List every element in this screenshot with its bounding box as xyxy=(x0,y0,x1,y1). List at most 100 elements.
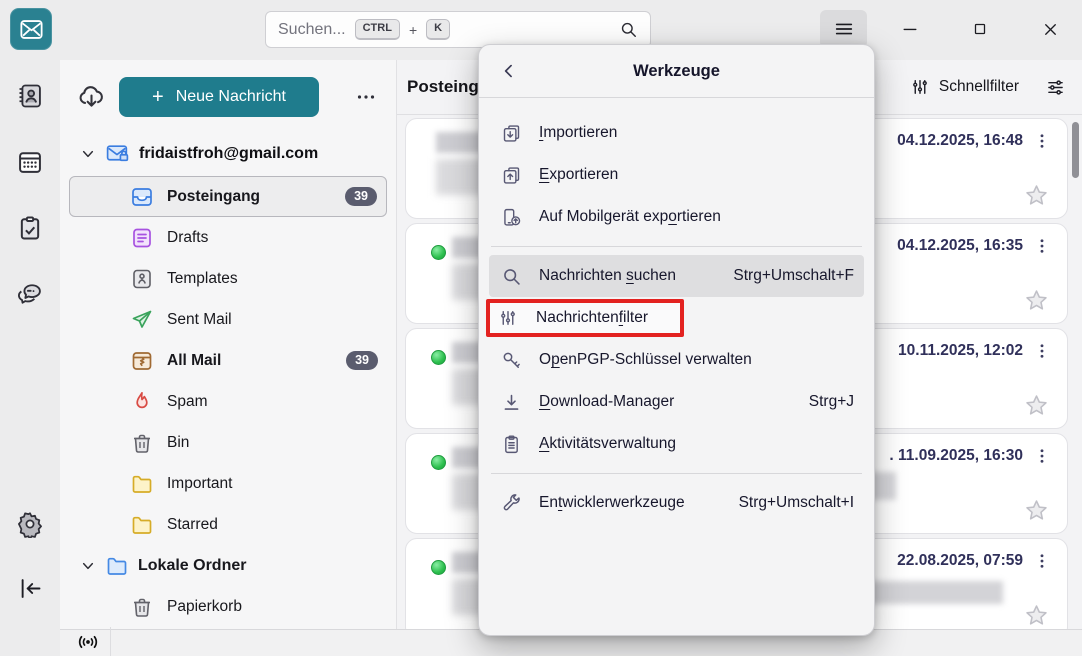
menu-item-entwicklerwerkzeuge[interactable]: Entwicklerwerkzeuge Strg+Umschalt+I xyxy=(489,482,864,524)
unread-dot[interactable] xyxy=(431,560,446,575)
folder-row-sent-mail[interactable]: Sent Mail xyxy=(60,299,396,340)
message-date: 10.11.2025, 12:02 xyxy=(898,342,1023,360)
close-button[interactable] xyxy=(1026,10,1074,48)
message-options-button[interactable] xyxy=(1033,237,1051,255)
folder-row-posteingang[interactable]: Posteingang 39 xyxy=(69,176,387,217)
menu-item-aktivit-tsverwaltung[interactable]: Aktivitätsverwaltung xyxy=(489,423,864,465)
search-icon xyxy=(501,266,523,287)
menu-item-exportieren[interactable]: Exportieren xyxy=(489,154,864,196)
folder-row-drafts[interactable]: Drafts xyxy=(60,217,396,258)
new-message-button[interactable]: + Neue Nachricht xyxy=(119,77,319,117)
folder-label: Starred xyxy=(167,516,218,534)
menu-separator xyxy=(491,246,862,247)
folder-row-important[interactable]: Important xyxy=(60,463,396,504)
mail-space-button[interactable] xyxy=(10,8,52,50)
ctrl-key-badge: CTRL xyxy=(355,19,400,39)
new-message-label: Neue Nachricht xyxy=(176,88,286,106)
chevron-down-icon[interactable] xyxy=(80,558,96,574)
menu-item-label: Aktivitätsverwaltung xyxy=(539,435,676,453)
star-icon[interactable] xyxy=(1023,287,1050,314)
menu-item-shortcut: Strg+Umschalt+F xyxy=(733,267,854,285)
star-icon[interactable] xyxy=(1023,497,1050,524)
folder-row-papierkorb[interactable]: Papierkorb xyxy=(60,586,396,627)
message-date: 04.12.2025, 16:48 xyxy=(897,132,1023,150)
account-row[interactable]: fridaistfroh@gmail.com xyxy=(60,137,396,170)
star-icon[interactable] xyxy=(1023,182,1050,209)
settings-button[interactable] xyxy=(8,502,52,546)
folder-row-bin[interactable]: Bin xyxy=(60,422,396,463)
folder-pane-options-button[interactable] xyxy=(354,85,378,109)
import-icon xyxy=(501,123,523,144)
maximize-button[interactable] xyxy=(956,10,1004,48)
message-list-display-options-button[interactable] xyxy=(1045,77,1066,98)
get-messages-button[interactable] xyxy=(76,82,107,113)
hamburger-icon xyxy=(833,18,855,40)
search-icon xyxy=(619,20,638,39)
menu-item-label: Download-Manager xyxy=(539,393,674,411)
folder-label: Drafts xyxy=(167,229,208,247)
folder-blue-icon xyxy=(105,554,129,578)
gear-icon xyxy=(16,510,44,538)
quick-filter-label: Schnellfilter xyxy=(939,78,1019,96)
spaces-toolbar xyxy=(0,60,60,656)
menu-item-importieren[interactable]: Importieren xyxy=(489,112,864,154)
menu-item-shortcut: Strg+J xyxy=(809,393,854,411)
chat-space-button[interactable] xyxy=(8,272,52,316)
calendar-space-button[interactable] xyxy=(8,140,52,184)
message-options-button[interactable] xyxy=(1033,342,1051,360)
message-date: 22.08.2025, 07:59 xyxy=(897,552,1023,570)
app-menu-button[interactable] xyxy=(820,10,867,48)
message-options-button[interactable] xyxy=(1033,447,1051,465)
folder-row-lokale-ordner[interactable]: Lokale Ordner xyxy=(60,545,396,586)
folder-label: All Mail xyxy=(167,352,221,370)
trash-icon xyxy=(130,431,154,455)
spam-icon xyxy=(130,390,154,414)
folder-label: Bin xyxy=(167,434,189,452)
star-icon[interactable] xyxy=(1023,392,1050,419)
tasks-icon xyxy=(16,214,44,242)
star-icon[interactable] xyxy=(1023,602,1050,629)
folder-pane-header: + Neue Nachricht xyxy=(60,60,396,131)
menu-item-auf-mobilger-t-exportieren[interactable]: Auf Mobilgerät exportieren xyxy=(489,196,864,238)
mobile-export-icon xyxy=(501,207,523,228)
folder-row-templates[interactable]: Templates xyxy=(60,258,396,299)
address-book-space-button[interactable] xyxy=(8,74,52,118)
quick-filter-button[interactable]: Schnellfilter xyxy=(910,77,1019,97)
thunderbird-window: Suchen... CTRL + K xyxy=(0,0,1082,656)
message-options-button[interactable] xyxy=(1033,132,1051,150)
filter-sliders-icon xyxy=(498,308,520,328)
all-mail-icon xyxy=(130,349,154,373)
menu-item-label: Importieren xyxy=(539,124,617,142)
message-date: 04.12.2025, 16:35 xyxy=(897,237,1023,255)
menu-item-openpgp-schl-ssel-verwalten[interactable]: OpenPGP-Schlüssel verwalten xyxy=(489,339,864,381)
menu-item-nachrichtenfilter[interactable]: Nachrichtenfilter xyxy=(486,299,684,337)
minimize-button[interactable] xyxy=(886,10,934,48)
plus-separator: + xyxy=(409,22,417,38)
collapse-icon xyxy=(17,575,44,602)
plus-icon: + xyxy=(152,87,164,107)
global-search-box[interactable]: Suchen... CTRL + K xyxy=(265,11,651,48)
unread-dot[interactable] xyxy=(431,455,446,470)
menu-item-shortcut: Strg+Umschalt+I xyxy=(739,494,854,512)
menu-item-label: Auf Mobilgerät exportieren xyxy=(539,208,721,226)
scrollbar-thumb[interactable] xyxy=(1072,122,1079,178)
unread-dot[interactable] xyxy=(431,245,446,260)
folder-label: Posteingang xyxy=(167,188,260,206)
minimize-icon xyxy=(900,19,920,39)
folder-row-starred[interactable]: Starred xyxy=(60,504,396,545)
menu-item-nachrichten-suchen[interactable]: Nachrichten suchen Strg+Umschalt+F xyxy=(489,255,864,297)
folder-row-spam[interactable]: Spam xyxy=(60,381,396,422)
folder-label: Templates xyxy=(167,270,238,288)
menu-item-label: OpenPGP-Schlüssel verwalten xyxy=(539,351,752,369)
templates-icon xyxy=(130,267,154,291)
collapse-button[interactable] xyxy=(8,566,52,610)
folder-row-all-mail[interactable]: All Mail 39 xyxy=(60,340,396,381)
unread-dot[interactable] xyxy=(431,350,446,365)
chevron-down-icon[interactable] xyxy=(80,146,96,162)
message-options-button[interactable] xyxy=(1033,552,1051,570)
tasks-space-button[interactable] xyxy=(8,206,52,250)
wrench-icon xyxy=(501,493,523,514)
menu-item-download-manager[interactable]: Download-Manager Strg+J xyxy=(489,381,864,423)
maximize-icon xyxy=(971,20,989,38)
menu-back-button[interactable] xyxy=(495,57,523,85)
